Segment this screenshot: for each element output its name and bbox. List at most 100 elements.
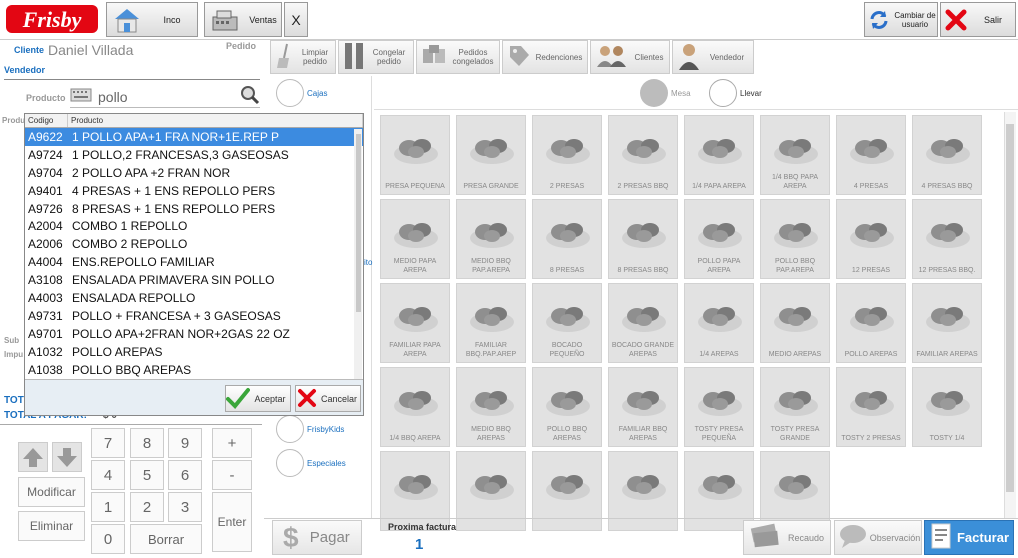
product-tile[interactable]: 1/4 BBQ AREPA (380, 367, 450, 447)
cambiar-usuario-button[interactable]: Cambiar de usuario (864, 2, 938, 37)
product-tile[interactable]: 4 PRESAS (836, 115, 906, 195)
product-tile[interactable]: TOSTY PRESA PEQUEÑA (684, 367, 754, 447)
product-tile[interactable]: POLLO BBQ PAP.AREPA (760, 199, 830, 279)
vendedor-button[interactable]: Vendedor (672, 40, 754, 74)
product-tile[interactable]: FAMILIAR BBQ AREPAS (608, 367, 678, 447)
dropdown-row[interactable]: A9704 2 POLLO APA +2 FRAN NOR (25, 164, 363, 182)
keyboard-icon[interactable] (70, 88, 92, 105)
dropdown-row[interactable]: A9401 4 PRESAS + 1 ENS REPOLLO PERS (25, 182, 363, 200)
dropdown-row[interactable]: A4003 ENSALADA REPOLLO (25, 289, 363, 307)
arrow-up-button[interactable] (18, 442, 48, 472)
congelar-pedido-button[interactable]: Congelar pedido (338, 40, 414, 74)
eliminar-button[interactable]: Eliminar (18, 511, 85, 541)
key-5[interactable]: 5 (130, 460, 164, 490)
product-tile[interactable]: BOCADO GRANDE AREPAS (608, 283, 678, 363)
product-tile[interactable]: FAMILIAR AREPAS (912, 283, 982, 363)
clientes-button[interactable]: Clientes (590, 40, 670, 74)
product-tile[interactable]: FAMILIAR BBQ.PAP.AREP (456, 283, 526, 363)
product-tile[interactable] (608, 451, 678, 531)
product-tile[interactable]: TOSTY 1/4 (912, 367, 982, 447)
dropdown-scroll-thumb[interactable] (356, 134, 361, 312)
dropdown-row[interactable]: A9731 POLLO + FRANCESA + 3 GASEOSAS (25, 307, 363, 325)
dropdown-row[interactable]: A4004 ENS.REPOLLO FAMILIAR (25, 253, 363, 271)
key-minus[interactable]: - (212, 460, 252, 490)
dropdown-row[interactable]: A1038 POLLO BBQ AREPAS (25, 361, 363, 379)
product-tile[interactable]: 1/4 BBQ PAPA AREPA (760, 115, 830, 195)
product-tile[interactable]: POLLO BBQ AREPAS (532, 367, 602, 447)
recaudo-button[interactable]: Recaudo (743, 520, 831, 555)
product-tile[interactable]: 12 PRESAS (836, 199, 906, 279)
product-tile[interactable]: 8 PRESAS (532, 199, 602, 279)
pagar-button[interactable]: $ Pagar (272, 520, 362, 555)
product-tile[interactable]: 8 PRESAS BBQ (608, 199, 678, 279)
product-tile[interactable]: 1/4 PAPA AREPA (684, 115, 754, 195)
product-grid-scroll-thumb[interactable] (1006, 124, 1014, 492)
borrar-button[interactable]: Borrar (130, 524, 202, 554)
product-tile[interactable]: MEDIO AREPAS (760, 283, 830, 363)
product-tile[interactable]: TOSTY PRESA GRANDE (760, 367, 830, 447)
product-tile[interactable] (380, 451, 450, 531)
key-7[interactable]: 7 (91, 428, 125, 458)
product-tile[interactable]: 2 PRESAS BBQ (608, 115, 678, 195)
product-tile[interactable]: FAMILIAR PAPA AREPA (380, 283, 450, 363)
dropdown-row[interactable]: A9724 1 POLLO,2 FRANCESAS,3 GASEOSAS (25, 146, 363, 164)
observacion-button[interactable]: Observación (834, 520, 922, 555)
salir-button[interactable]: Salir (940, 2, 1016, 37)
dropdown-row[interactable]: A9726 8 PRESAS + 1 ENS REPOLLO PERS (25, 200, 363, 218)
product-tile[interactable] (532, 451, 602, 531)
dropdown-row[interactable]: A3108 ENSALADA PRIMAVERA SIN POLLO (25, 271, 363, 289)
dropdown-row[interactable]: A2004 COMBO 1 REPOLLO (25, 217, 363, 235)
aceptar-button[interactable]: Aceptar (225, 385, 291, 412)
dropdown-row[interactable]: A2006 COMBO 2 REPOLLO (25, 235, 363, 253)
close-tab-button[interactable]: X (284, 2, 308, 37)
product-tile[interactable] (760, 451, 830, 531)
category-frisbykids[interactable]: FrisbyKids (276, 415, 344, 443)
product-tile[interactable]: 12 PRESAS BBQ. (912, 199, 982, 279)
redenciones-button[interactable]: Redenciones (502, 40, 588, 74)
key-2[interactable]: 2 (130, 492, 164, 522)
category-especiales[interactable]: Especiales (276, 449, 346, 477)
product-tile[interactable]: MEDIO PAPA AREPA (380, 199, 450, 279)
key-4[interactable]: 4 (91, 460, 125, 490)
product-tile[interactable]: PRESA GRANDE (456, 115, 526, 195)
cliente-value[interactable]: Daniel Villada (48, 42, 133, 58)
col-producto-header[interactable]: Producto (68, 114, 363, 127)
key-9[interactable]: 9 (168, 428, 202, 458)
product-tile[interactable]: PRESA PEQUENA (380, 115, 450, 195)
product-tile[interactable] (684, 451, 754, 531)
llevar-radio[interactable] (709, 79, 737, 107)
product-tile[interactable]: MEDIO BBQ PAP.AREPA (456, 199, 526, 279)
cancelar-button[interactable]: Cancelar (295, 385, 361, 412)
product-tile[interactable]: POLLO AREPAS (836, 283, 906, 363)
key-8[interactable]: 8 (130, 428, 164, 458)
product-tile[interactable] (456, 451, 526, 531)
arrow-down-button[interactable] (52, 442, 82, 472)
product-tile[interactable]: 1/4 AREPAS (684, 283, 754, 363)
product-tile[interactable]: MEDIO BBQ AREPAS (456, 367, 526, 447)
col-codigo-header[interactable]: Codigo (25, 114, 68, 127)
key-1[interactable]: 1 (91, 492, 125, 522)
enter-button[interactable]: Enter (212, 492, 252, 552)
product-tile[interactable]: POLLO PAPA AREPA (684, 199, 754, 279)
search-icon[interactable] (240, 85, 260, 108)
product-tile[interactable]: TOSTY 2 PRESAS (836, 367, 906, 447)
product-tile[interactable]: 2 PRESAS (532, 115, 602, 195)
key-plus[interactable]: + (212, 428, 252, 458)
limpiar-pedido-button[interactable]: Limpiar pedido (270, 40, 336, 74)
key-6[interactable]: 6 (168, 460, 202, 490)
dropdown-row[interactable]: A9622 1 POLLO APA+1 FRA NOR+1E.REP P (25, 128, 363, 146)
mesa-radio[interactable] (640, 79, 668, 107)
category-cajas[interactable]: Cajas (276, 79, 327, 107)
ventas-button[interactable]: Ventas (204, 2, 282, 37)
dropdown-row[interactable]: A9701 POLLO APA+2FRAN NOR+2GAS 22 OZ (25, 325, 363, 343)
modificar-button[interactable]: Modificar (18, 477, 85, 507)
product-tile[interactable]: BOCADO PEQUEÑO (532, 283, 602, 363)
dropdown-row[interactable]: A1032 POLLO AREPAS (25, 343, 363, 361)
key-0[interactable]: 0 (91, 524, 125, 554)
inicio-button[interactable]: Inco (106, 2, 198, 37)
key-3[interactable]: 3 (168, 492, 202, 522)
product-tile[interactable]: 4 PRESAS BBQ (912, 115, 982, 195)
facturar-button[interactable]: Facturar (924, 520, 1014, 555)
pedidos-congelados-button[interactable]: Pedidos congelados (416, 40, 500, 74)
producto-search-input[interactable] (98, 88, 238, 105)
